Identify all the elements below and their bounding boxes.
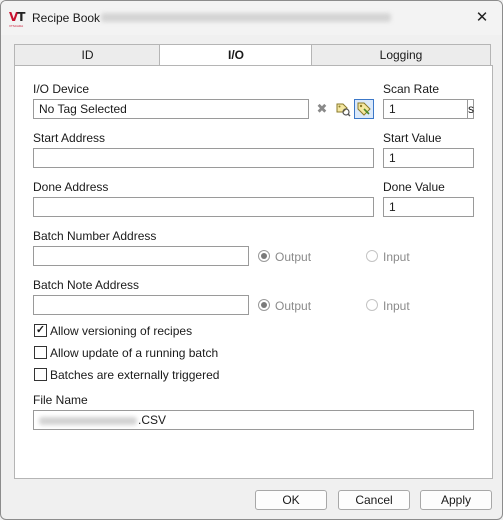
- window-title: Recipe Book: [32, 11, 101, 25]
- tag-browse-icon-svg: [336, 103, 351, 117]
- file-name-label: File Name: [33, 393, 88, 407]
- ok-button[interactable]: OK: [255, 490, 327, 510]
- batch-note-output-label: Output: [275, 299, 312, 313]
- tab-strip: ID I/O Logging: [14, 44, 491, 67]
- batch-note-label: Batch Note Address: [33, 278, 140, 292]
- externally-triggered-label: Batches are externally triggered: [50, 368, 220, 382]
- start-value-field[interactable]: 1: [383, 148, 474, 168]
- io-device-label: I/O Device: [33, 82, 90, 96]
- scan-rate-label: Scan Rate: [383, 82, 440, 96]
- io-device-field[interactable]: No Tag Selected: [33, 99, 309, 119]
- batch-number-input-radio[interactable]: [366, 250, 378, 262]
- tab-io[interactable]: I/O: [159, 44, 313, 67]
- done-address-label: Done Address: [33, 180, 109, 194]
- batch-number-output-radio[interactable]: [258, 250, 270, 262]
- start-value-label: Start Value: [383, 131, 442, 145]
- allow-versioning-checkbox[interactable]: ✓: [34, 324, 47, 337]
- start-address-field[interactable]: [33, 148, 374, 168]
- file-name-field[interactable]: .CSV: [33, 410, 474, 430]
- done-value-field[interactable]: 1: [383, 197, 474, 217]
- batch-number-output-label: Output: [275, 250, 312, 264]
- batch-note-output-radio[interactable]: [258, 299, 270, 311]
- start-address-label: Start Address: [33, 131, 106, 145]
- tag-browse-icon[interactable]: [333, 99, 353, 119]
- file-name-extension: .CSV: [138, 413, 167, 427]
- close-x-icon[interactable]: ✖: [312, 99, 332, 119]
- externally-triggered-checkbox[interactable]: [34, 368, 47, 381]
- batch-number-label: Batch Number Address: [33, 229, 157, 243]
- done-value-label: Done Value: [383, 180, 445, 194]
- batch-note-field[interactable]: [33, 295, 249, 315]
- allow-update-label: Allow update of a running batch: [50, 346, 219, 360]
- close-icon[interactable]: ✕: [471, 8, 493, 28]
- batch-note-input-radio[interactable]: [366, 299, 378, 311]
- recipe-book-dialog: VT VTSCADA Recipe Book ✕ ID I/O Logging …: [0, 0, 503, 520]
- title-bar: VT VTSCADA Recipe Book ✕: [1, 1, 502, 35]
- io-panel: I/O Device No Tag Selected ✖ Scan Rate 1…: [14, 65, 493, 479]
- batch-note-input-label: Input: [383, 299, 410, 313]
- allow-update-checkbox[interactable]: [34, 346, 47, 359]
- allow-versioning-label: Allow versioning of recipes: [50, 324, 193, 338]
- tag-select-icon-svg: [357, 102, 371, 116]
- tab-id[interactable]: ID: [14, 44, 161, 66]
- cancel-button[interactable]: Cancel: [338, 490, 410, 510]
- tab-logging[interactable]: Logging: [311, 44, 491, 66]
- apply-button[interactable]: Apply: [420, 490, 492, 510]
- scan-rate-unit: s: [467, 99, 474, 119]
- tag-select-icon[interactable]: [354, 99, 374, 119]
- done-address-field[interactable]: [33, 197, 374, 217]
- scan-rate-field[interactable]: 1: [383, 99, 473, 119]
- file-name-redacted: [39, 416, 137, 425]
- window-title-redacted: [101, 13, 391, 22]
- vtscada-logo-icon: VT VTSCADA: [9, 10, 26, 28]
- batch-number-input-label: Input: [383, 250, 410, 264]
- batch-number-field[interactable]: [33, 246, 249, 266]
